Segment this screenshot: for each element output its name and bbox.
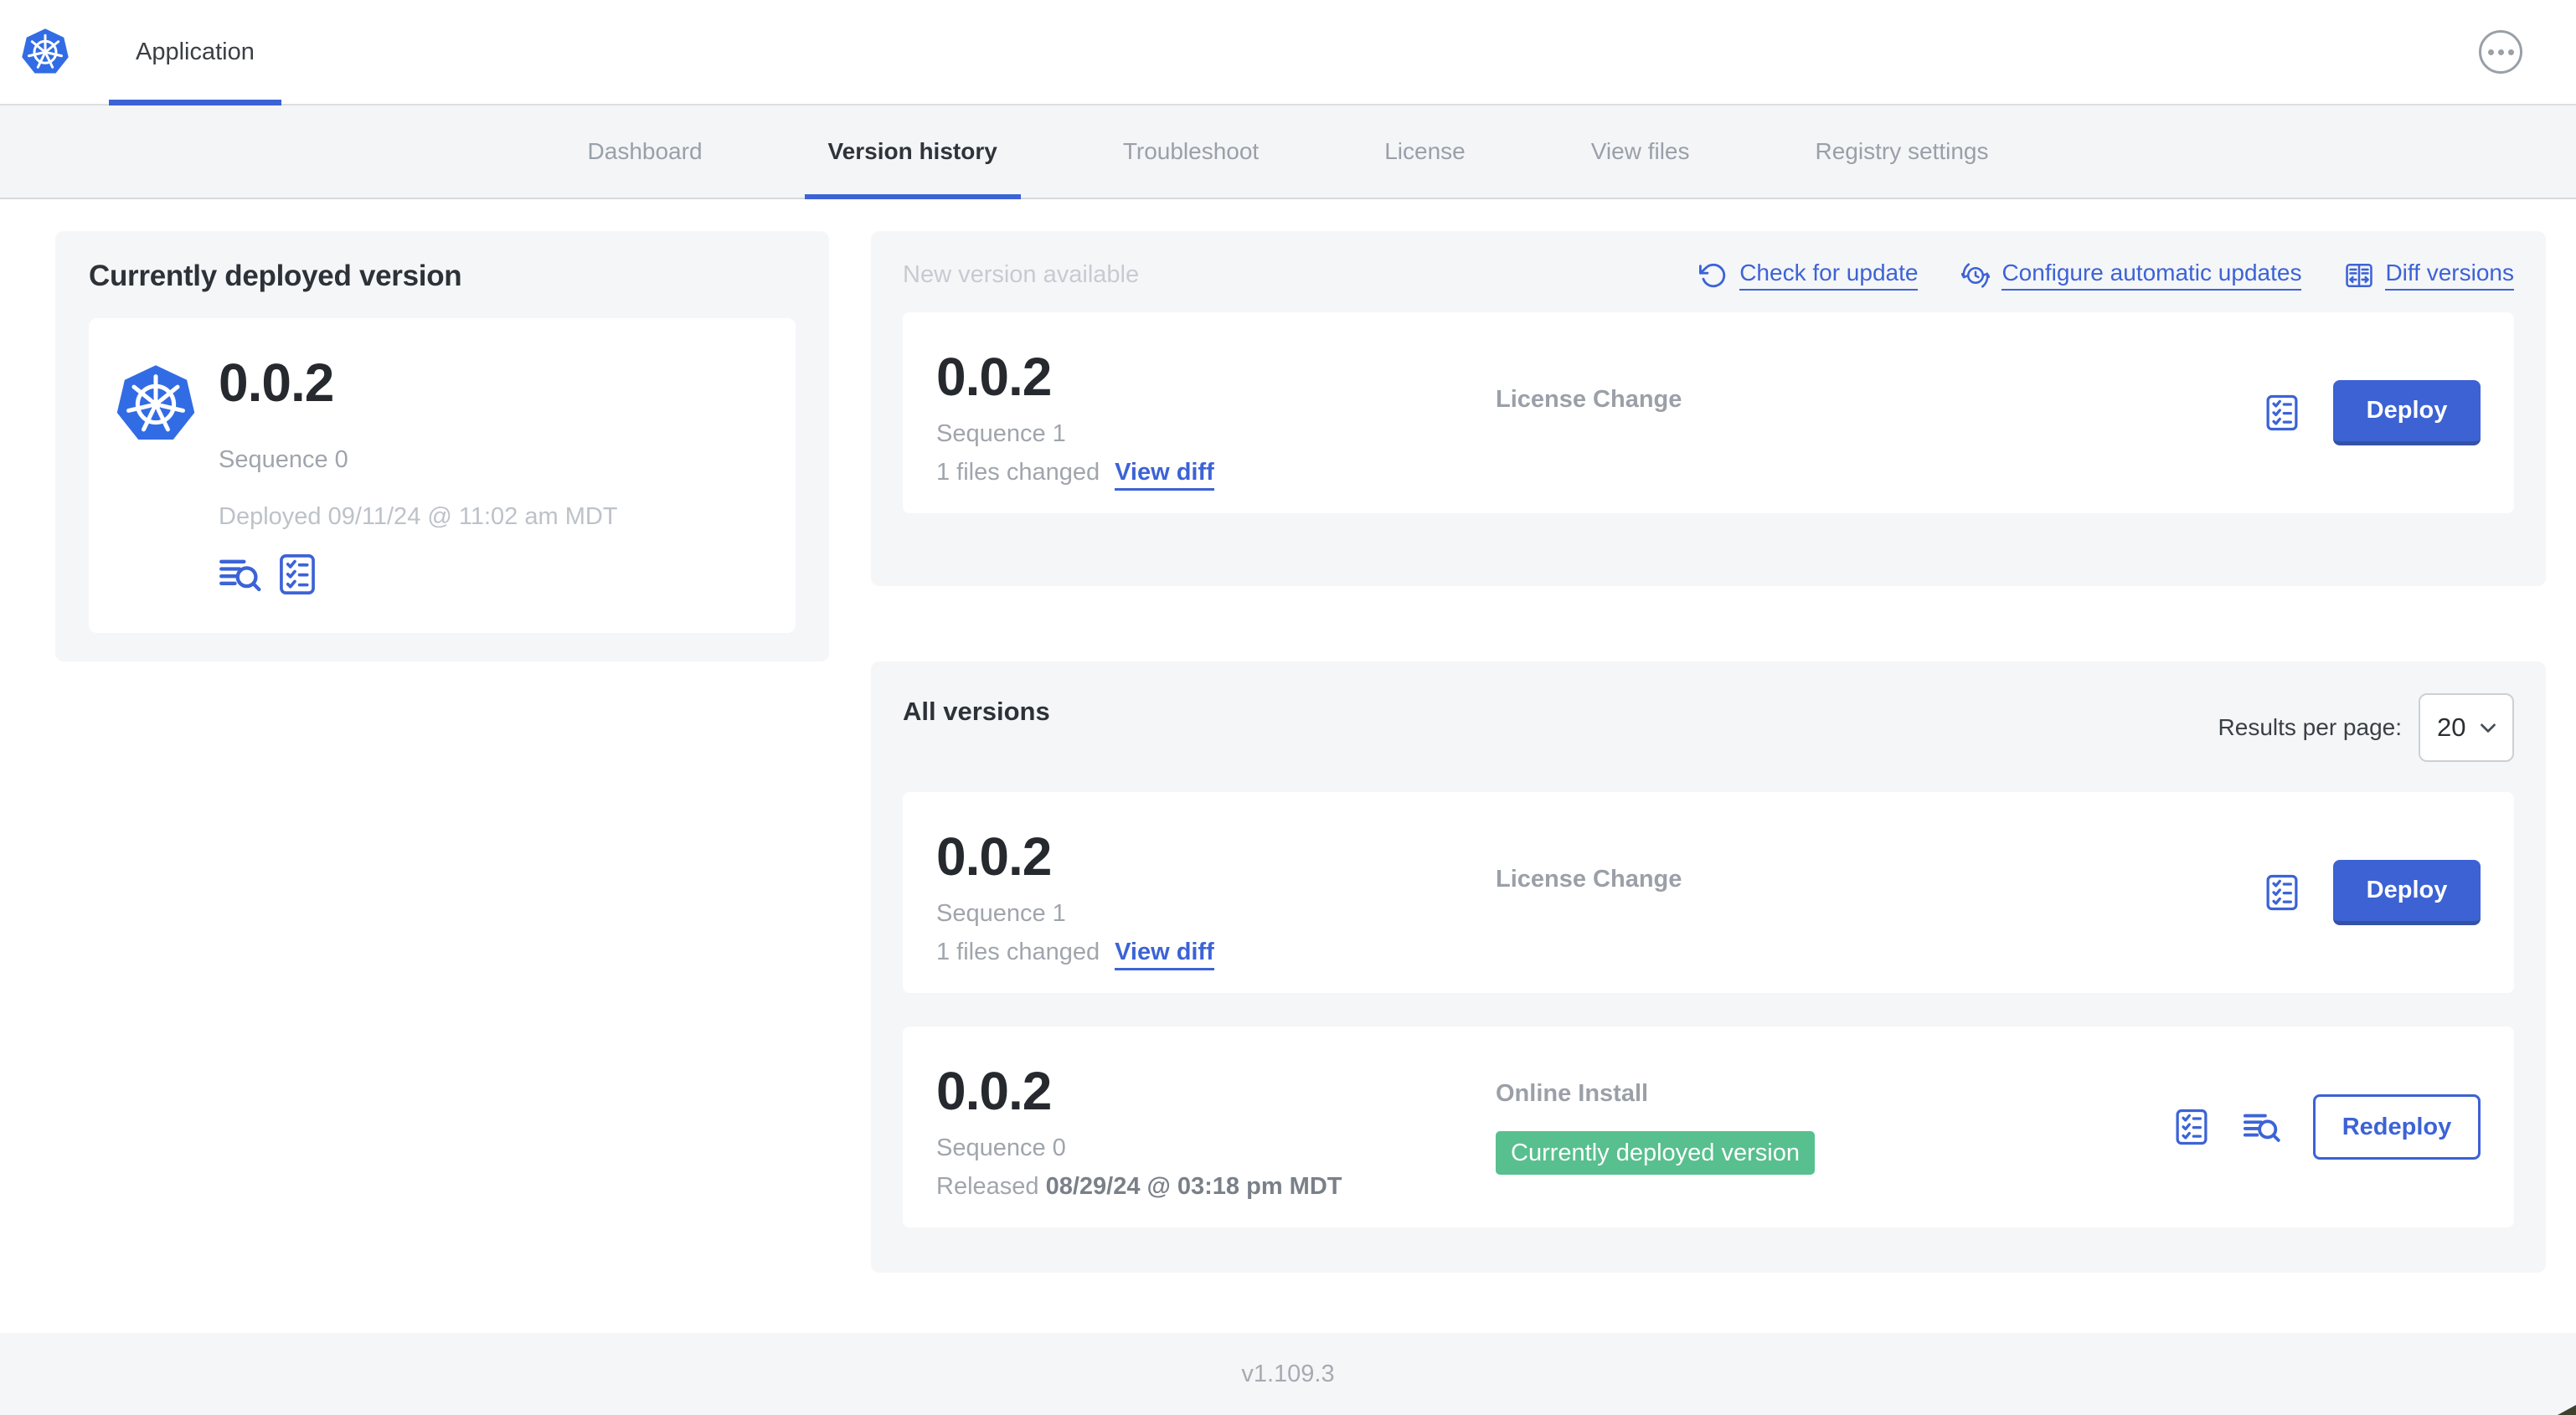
view-diff-link[interactable]: View diff bbox=[1115, 938, 1214, 970]
deploy-button[interactable]: Deploy bbox=[2333, 860, 2481, 925]
chevron-down-icon bbox=[2481, 723, 2496, 733]
version-source: Online Install bbox=[1496, 1080, 1649, 1107]
version-row: 0.0.2 Sequence 0 Released 08/29/24 @ 03:… bbox=[903, 1027, 2514, 1227]
redeploy-button[interactable]: Redeploy bbox=[2313, 1094, 2481, 1160]
new-version-title: New version available bbox=[903, 261, 1140, 288]
version-history-page: Currently deployed version 0.0.2 Sequenc… bbox=[0, 199, 2576, 1333]
app-title-tab[interactable]: Application bbox=[109, 0, 281, 105]
app-nav-tabs: Dashboard Version history Troubleshoot L… bbox=[0, 105, 2576, 199]
currently-deployed-badge: Currently deployed version bbox=[1496, 1131, 1815, 1175]
version-sequence: Sequence 1 bbox=[936, 420, 1066, 447]
version-sequence: Sequence 1 bbox=[936, 900, 1066, 927]
released-timestamp: Released 08/29/24 @ 03:18 pm MDT bbox=[936, 1173, 1342, 1200]
footer: v1.109.3 bbox=[0, 1333, 2576, 1415]
results-per-page-select[interactable]: 20 bbox=[2419, 693, 2514, 762]
deploy-button[interactable]: Deploy bbox=[2333, 380, 2481, 445]
configure-automatic-updates-link[interactable]: Configure automatic updates bbox=[1961, 260, 2302, 291]
version-source: License Change bbox=[1496, 386, 1682, 413]
diff-icon bbox=[2346, 263, 2373, 287]
deployed-timestamp: Deployed 09/11/24 @ 11:02 am MDT bbox=[219, 503, 618, 530]
all-versions-title: All versions bbox=[903, 697, 1050, 726]
new-version-card: 0.0.2 Sequence 1 1 files changed View di… bbox=[903, 312, 2514, 513]
currently-deployed-card: 0.0.2 Sequence 0 Deployed 09/11/24 @ 11:… bbox=[89, 318, 796, 633]
logs-icon[interactable] bbox=[219, 553, 262, 596]
checklist-icon[interactable] bbox=[2263, 873, 2301, 912]
version-number: 0.0.2 bbox=[936, 1061, 1052, 1121]
more-options-button[interactable] bbox=[2479, 30, 2522, 74]
console-version: v1.109.3 bbox=[1241, 1360, 1335, 1387]
files-changed: 1 files changed bbox=[936, 939, 1100, 965]
top-header: Application bbox=[0, 0, 2576, 105]
kubernetes-logo-icon bbox=[20, 28, 70, 76]
all-versions-panel: All versions Results per page: 20 0.0.2 … bbox=[871, 661, 2546, 1273]
checklist-icon[interactable] bbox=[2263, 394, 2301, 432]
ellipsis-icon bbox=[2487, 49, 2494, 55]
currently-deployed-title: Currently deployed version bbox=[89, 260, 462, 292]
refresh-icon bbox=[1699, 263, 1726, 287]
tab-dashboard[interactable]: Dashboard bbox=[564, 105, 726, 198]
check-for-update-link[interactable]: Check for update bbox=[1699, 260, 1919, 291]
version-row: 0.0.2 Sequence 1 1 files changed View di… bbox=[903, 792, 2514, 993]
auto-update-icon bbox=[1961, 262, 1991, 288]
tab-troubleshoot[interactable]: Troubleshoot bbox=[1100, 105, 1282, 198]
tab-version-history[interactable]: Version history bbox=[804, 105, 1022, 199]
currently-deployed-panel: Currently deployed version 0.0.2 Sequenc… bbox=[55, 231, 829, 661]
version-source: License Change bbox=[1496, 866, 1682, 893]
new-version-panel: New version available Check for update C… bbox=[871, 231, 2546, 586]
deployed-version-number: 0.0.2 bbox=[219, 352, 334, 413]
view-diff-link[interactable]: View diff bbox=[1115, 458, 1214, 491]
kots-admin-console: Application Dashboard Version history Tr… bbox=[0, 0, 2576, 1415]
logs-icon[interactable] bbox=[2243, 1108, 2281, 1146]
tab-view-files[interactable]: View files bbox=[1568, 105, 1713, 198]
diff-versions-link[interactable]: Diff versions bbox=[2345, 260, 2514, 291]
tab-license[interactable]: License bbox=[1361, 105, 1489, 198]
results-per-page-label: Results per page: bbox=[2218, 714, 2402, 740]
version-sequence: Sequence 0 bbox=[936, 1135, 1066, 1161]
version-number: 0.0.2 bbox=[936, 347, 1052, 407]
deployed-sequence: Sequence 0 bbox=[219, 446, 348, 473]
version-number: 0.0.2 bbox=[936, 826, 1052, 887]
tab-registry-settings[interactable]: Registry settings bbox=[1792, 105, 2012, 198]
checklist-icon[interactable] bbox=[276, 553, 319, 596]
kubernetes-app-icon bbox=[114, 363, 198, 445]
app-title: Application bbox=[136, 38, 255, 65]
checklist-icon[interactable] bbox=[2172, 1108, 2211, 1146]
files-changed: 1 files changed bbox=[936, 459, 1100, 486]
